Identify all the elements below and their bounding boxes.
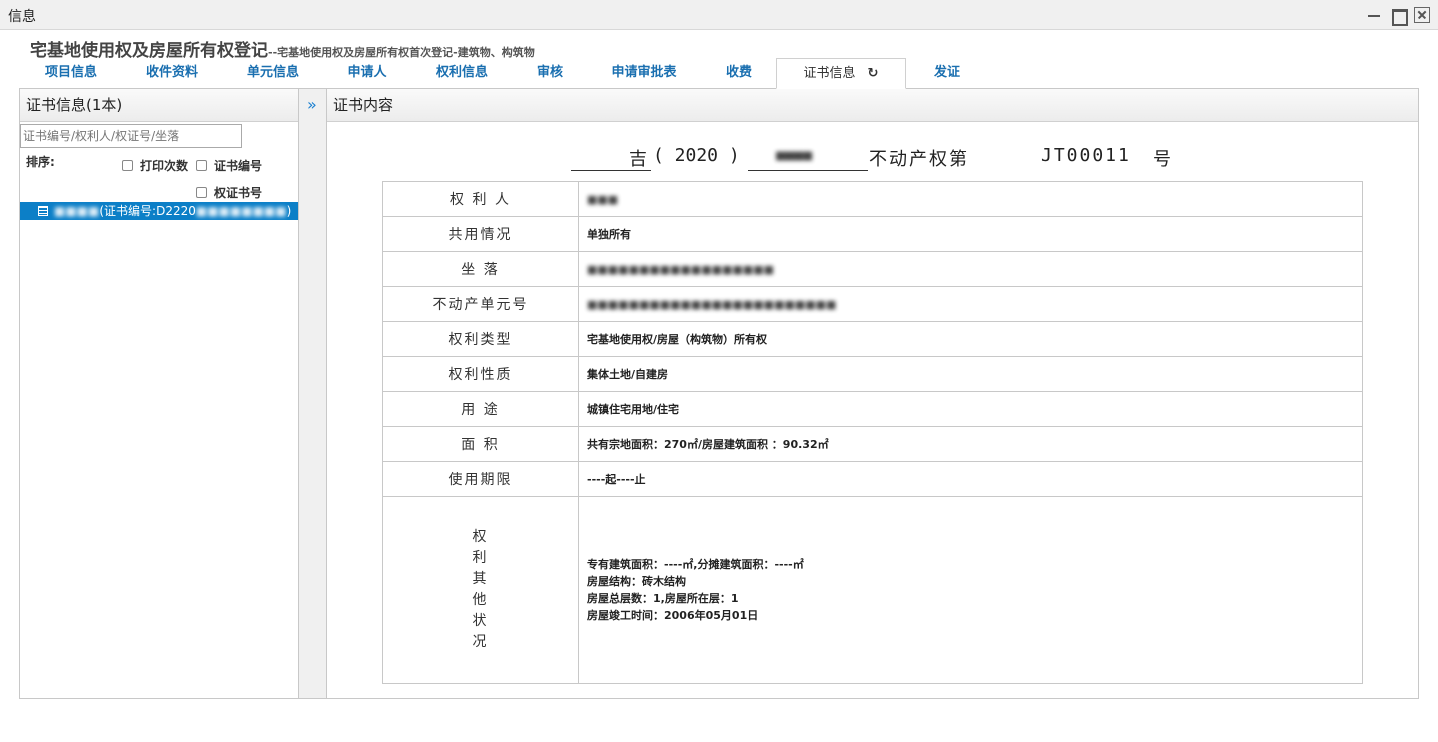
- certificate-content-header: 证书内容: [327, 89, 1418, 122]
- redacted-owner: ■■■■: [54, 204, 100, 218]
- tree-item-suffix: ): [286, 204, 292, 218]
- cert-text: 不动产权第: [869, 149, 969, 170]
- sort-cert-number-label: 证书编号: [214, 159, 263, 173]
- tab-certificate-info[interactable]: 证书信息 ↻: [776, 58, 906, 89]
- cert-year: ( 2020 ): [653, 145, 740, 166]
- row-label: 权利类型: [382, 321, 579, 357]
- tab-rights-info[interactable]: 权利信息: [410, 58, 514, 88]
- row-value: 城镇住宅用地/住宅: [578, 391, 1363, 427]
- close-icon[interactable]: [1414, 7, 1430, 23]
- tab-bar: 项目信息 收件资料 单元信息 申请人 权利信息 审核 申请审批表 收费 证书信息…: [20, 58, 1418, 89]
- certificate-list-header: 证书信息(1本): [20, 89, 298, 122]
- table-row: 坐 落 ■■■■■■■■■■■■■■■■■■: [382, 251, 1363, 287]
- tab-fees[interactable]: 收费: [702, 58, 776, 88]
- table-row: 权 利 人 ■■■: [382, 181, 1363, 217]
- table-row: 使用期限 ----起----止: [382, 461, 1363, 497]
- other-status-line: 专有建筑面积：----㎡,分摊建筑面积：----㎡: [587, 558, 804, 571]
- row-value: 宅基地使用权/房屋（构筑物）所有权: [578, 321, 1363, 357]
- maximize-icon[interactable]: [1390, 7, 1408, 26]
- row-label: 权 利 人: [382, 181, 579, 217]
- collapse-chevron-icon[interactable]: »: [307, 95, 317, 114]
- row-label: 使用期限: [382, 461, 579, 497]
- other-status-vertical-label: 权利其他状况: [472, 529, 489, 650]
- sort-right-cert-label: 权证书号: [214, 186, 263, 200]
- tab-review[interactable]: 审核: [514, 58, 586, 88]
- row-value: ■■■■■■■■■■■■■■■■■■: [578, 251, 1363, 287]
- row-value: 单独所有: [578, 216, 1363, 252]
- tab-certificate-info-label: 证书信息: [803, 66, 856, 81]
- table-row: 权利性质 集体土地/自建房: [382, 356, 1363, 392]
- tab-unit-info[interactable]: 单元信息: [222, 58, 324, 88]
- cert-province: 吉: [629, 149, 647, 170]
- cert-number: JT00011: [1041, 145, 1131, 166]
- redacted-unit-number: ■■■■■■■■■■■■■■■■■■■■■■■■: [587, 297, 837, 311]
- certificate-list-panel: 证书信息(1本) 排序: 打印次数 证书编号 权证书号 ■■■■(证书编号:D2…: [19, 88, 299, 699]
- sort-right-cert-checkbox[interactable]: 权证书号: [196, 184, 262, 201]
- certificate-table: 权 利 人 ■■■ 共用情况 单独所有 坐 落 ■■■■■■■■■■■■■■■■…: [382, 181, 1363, 684]
- row-label: 不动产单元号: [382, 286, 579, 322]
- row-value: 集体土地/自建房: [578, 356, 1363, 392]
- tab-applicant[interactable]: 申请人: [324, 58, 410, 88]
- sort-label: 排序:: [26, 155, 55, 169]
- row-label: 权利性质: [382, 356, 579, 392]
- minimize-icon[interactable]: [1366, 7, 1382, 23]
- table-row: 用 途 城镇住宅用地/住宅: [382, 391, 1363, 427]
- row-value: ----起----止: [578, 461, 1363, 497]
- tab-received-materials[interactable]: 收件资料: [122, 58, 222, 88]
- other-status-line: 房屋总层数：1,房屋所在层：1: [587, 592, 739, 605]
- refresh-icon[interactable]: ↻: [868, 59, 879, 89]
- table-icon: [38, 206, 48, 216]
- redacted-city: ■■■■: [776, 146, 813, 164]
- window-titlebar: 信息: [0, 0, 1438, 30]
- table-row: 权利其他状况 专有建筑面积：----㎡,分摊建筑面积：----㎡ 房屋结构：砖木…: [382, 496, 1363, 684]
- panel-splitter[interactable]: »: [299, 88, 327, 699]
- certificate-tree-item[interactable]: ■■■■(证书编号:D2220■■■■■■■■): [20, 202, 298, 220]
- sort-cert-number-checkbox[interactable]: 证书编号: [196, 157, 262, 174]
- row-label: 用 途: [382, 391, 579, 427]
- row-label: 坐 落: [382, 251, 579, 287]
- checkbox-box[interactable]: [196, 187, 207, 198]
- row-value: ■■■■■■■■■■■■■■■■■■■■■■■■: [578, 286, 1363, 322]
- window-title: 信息: [8, 9, 36, 25]
- table-row: 共用情况 单独所有: [382, 216, 1363, 252]
- window-controls: [1366, 7, 1430, 26]
- sort-print-count-label: 打印次数: [140, 159, 189, 173]
- other-status-line: 房屋竣工时间：2006年05月01日: [587, 609, 759, 622]
- row-label: 面 积: [382, 426, 579, 462]
- tab-approval-form[interactable]: 申请审批表: [586, 58, 702, 88]
- tab-project-info[interactable]: 项目信息: [20, 58, 122, 88]
- row-value: 共有宗地面积：270㎡/房屋建筑面积 ：90.32㎡: [578, 426, 1363, 462]
- tree-item-prefix: (证书编号:D2220: [99, 204, 196, 218]
- certificate-number-line: 吉 ( 2020 ) ■■■■ 不动产权第 JT00011 号: [571, 143, 1191, 173]
- other-status-line: 房屋结构：砖木结构: [587, 575, 686, 588]
- table-row: 不动产单元号 ■■■■■■■■■■■■■■■■■■■■■■■■: [382, 286, 1363, 322]
- sort-print-count-checkbox[interactable]: 打印次数: [122, 157, 188, 174]
- table-row: 面 积 共有宗地面积：270㎡/房屋建筑面积 ：90.32㎡: [382, 426, 1363, 462]
- cert-number-end: 号: [1153, 149, 1171, 170]
- other-status-value: 专有建筑面积：----㎡,分摊建筑面积：----㎡ 房屋结构：砖木结构 房屋总层…: [578, 496, 1363, 684]
- table-row: 权利类型 宅基地使用权/房屋（构筑物）所有权: [382, 321, 1363, 357]
- redacted-cert-number: ■■■■■■■■: [195, 204, 287, 218]
- redacted-location: ■■■■■■■■■■■■■■■■■■: [587, 262, 775, 276]
- checkbox-box[interactable]: [196, 160, 207, 171]
- redacted-owner-name: ■■■: [587, 192, 619, 206]
- tab-issue[interactable]: 发证: [906, 58, 988, 88]
- checkbox-box[interactable]: [122, 160, 133, 171]
- other-status-label: 权利其他状况: [382, 496, 579, 684]
- row-label: 共用情况: [382, 216, 579, 252]
- row-value: ■■■: [578, 181, 1363, 217]
- search-input[interactable]: [20, 124, 242, 148]
